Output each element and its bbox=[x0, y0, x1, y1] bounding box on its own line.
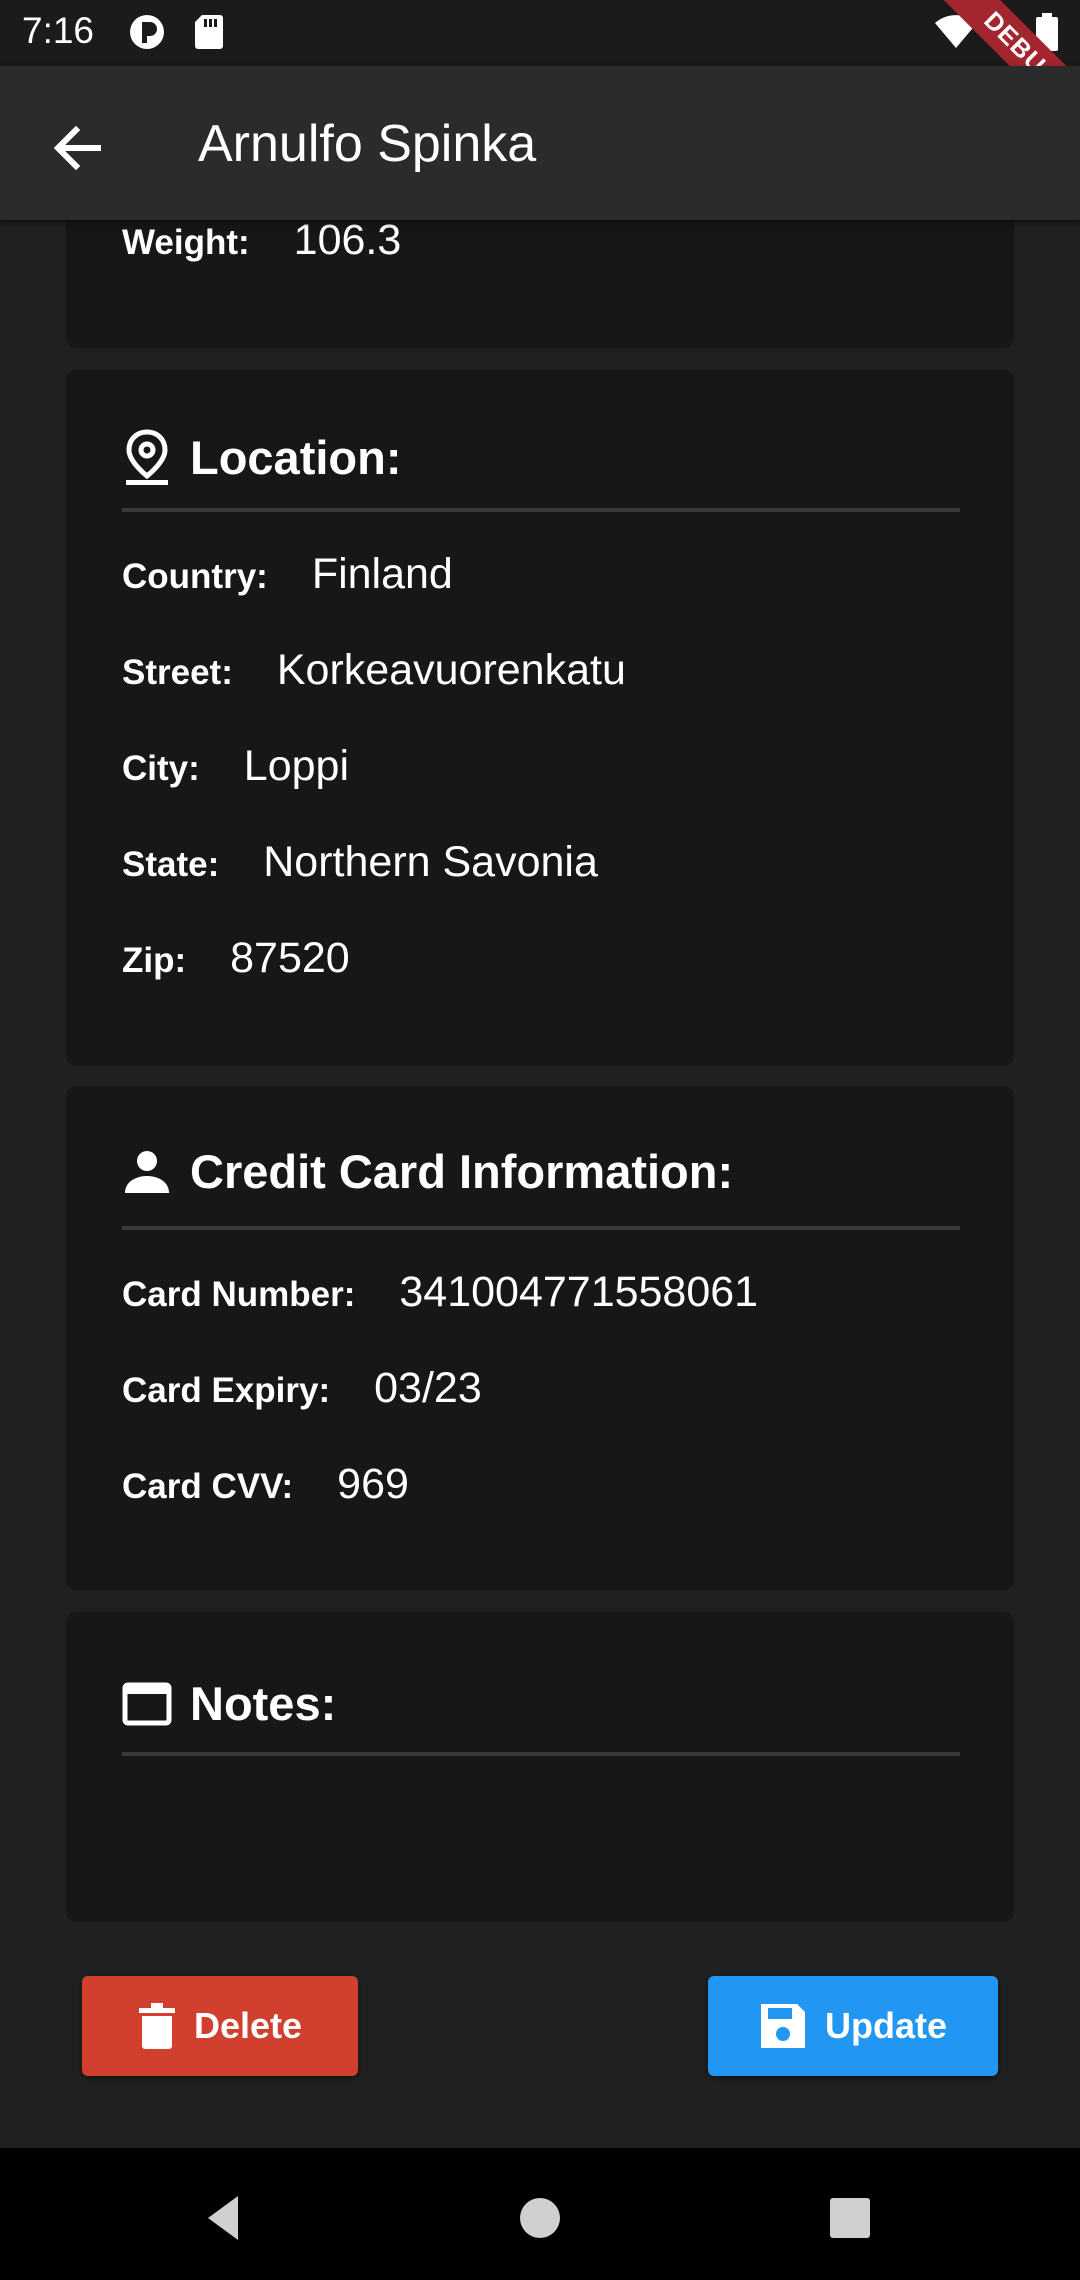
divider bbox=[122, 1752, 960, 1756]
weight-row: Weight: 106.3 bbox=[122, 216, 401, 265]
status-time: 7:16 bbox=[22, 10, 95, 51]
country-label: Country: bbox=[122, 557, 268, 596]
nav-back-button[interactable] bbox=[194, 2188, 254, 2248]
update-button[interactable]: Update bbox=[708, 1976, 998, 2076]
divider bbox=[122, 508, 960, 512]
credit-card-title: Credit Card Information: bbox=[190, 1145, 734, 1198]
city-row: City: Loppi bbox=[122, 742, 349, 791]
person-icon bbox=[125, 1150, 169, 1193]
weight-value: 106.3 bbox=[293, 216, 402, 264]
screen: 7:16 DEBUG Arnulfo Spinka Weight: 106.3 … bbox=[0, 0, 1080, 2280]
city-label: City: bbox=[122, 749, 200, 788]
app-bar: Arnulfo Spinka bbox=[0, 66, 1080, 220]
state-row: State: Northern Savonia bbox=[122, 838, 598, 887]
location-pin-icon bbox=[126, 429, 168, 485]
trash-icon bbox=[138, 2003, 175, 2049]
back-button[interactable] bbox=[48, 118, 108, 178]
notes-title: Notes: bbox=[190, 1677, 337, 1730]
delete-button[interactable]: Delete bbox=[82, 1976, 358, 2076]
street-value: Korkeavuorenkatu bbox=[276, 646, 626, 694]
system-nav-bar bbox=[0, 2148, 1080, 2280]
card-number-label: Card Number: bbox=[122, 1275, 356, 1314]
card-expiry-value: 03/23 bbox=[374, 1364, 482, 1412]
card-cvv-label: Card CVV: bbox=[122, 1467, 294, 1506]
zip-value: 87520 bbox=[230, 934, 350, 982]
state-value: Northern Savonia bbox=[263, 838, 598, 886]
location-title: Location: bbox=[190, 430, 402, 484]
street-row: Street: Korkeavuorenkatu bbox=[122, 646, 626, 695]
save-icon bbox=[760, 2004, 805, 2048]
card-number-row: Card Number: 341004771558061 bbox=[122, 1268, 758, 1317]
country-row: Country: Finland bbox=[122, 550, 453, 599]
notes-heading: Notes: bbox=[122, 1676, 336, 1731]
location-card: Location: Country: Finland Street: Korke… bbox=[66, 370, 1014, 1066]
card-expiry-row: Card Expiry: 03/23 bbox=[122, 1364, 482, 1413]
zip-row: Zip: 87520 bbox=[122, 934, 350, 983]
window-icon bbox=[122, 1682, 172, 1725]
street-label: Street: bbox=[122, 653, 233, 692]
state-label: State: bbox=[122, 845, 220, 884]
country-value: Finland bbox=[311, 550, 453, 598]
circle-home-icon bbox=[520, 2198, 560, 2238]
status-bar: 7:16 bbox=[0, 0, 1080, 66]
card-number-value: 341004771558061 bbox=[399, 1268, 759, 1316]
weight-label: Weight: bbox=[122, 223, 250, 262]
square-recents-icon bbox=[830, 2198, 870, 2238]
credit-card-card: Credit Card Information: Card Number: 34… bbox=[66, 1086, 1014, 1590]
arrow-back-icon bbox=[53, 125, 101, 171]
location-heading: Location: bbox=[122, 428, 401, 486]
notes-card: Notes: bbox=[66, 1612, 1014, 1922]
card-expiry-label: Card Expiry: bbox=[122, 1371, 331, 1410]
triangle-back-icon bbox=[208, 2196, 238, 2240]
update-label: Update bbox=[824, 2005, 947, 2046]
card-cvv-value: 969 bbox=[337, 1460, 409, 1508]
nav-home-button[interactable] bbox=[510, 2188, 570, 2248]
card-cvv-row: Card CVV: 969 bbox=[122, 1460, 409, 1509]
zip-label: Zip: bbox=[122, 941, 187, 980]
data-saver-icon bbox=[128, 13, 166, 56]
delete-label: Delete bbox=[193, 2005, 303, 2046]
city-value: Loppi bbox=[243, 742, 349, 790]
nav-recents-button[interactable] bbox=[820, 2188, 880, 2248]
divider bbox=[122, 1226, 960, 1230]
sd-card-icon bbox=[194, 13, 224, 56]
page-title: Arnulfo Spinka bbox=[198, 115, 537, 173]
credit-card-heading: Credit Card Information: bbox=[122, 1144, 733, 1199]
